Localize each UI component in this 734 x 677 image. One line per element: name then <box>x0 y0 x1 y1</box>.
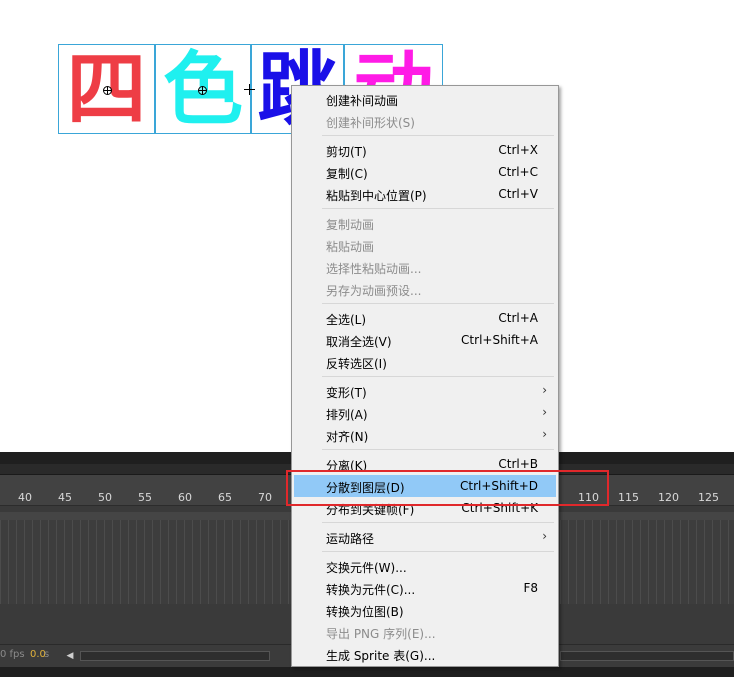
menu-item-shortcut: Ctrl+X <box>498 143 538 157</box>
menu-item-label: 反转选区(I) <box>326 357 387 371</box>
menu-separator <box>322 135 554 136</box>
menu-separator <box>322 449 554 450</box>
menu-separator <box>322 551 554 552</box>
menu-item-label: 选择性粘贴动画... <box>326 262 422 276</box>
menu-item-arrange[interactable]: 排列(A) › <box>294 402 556 424</box>
menu-item-label: 复制(C) <box>326 167 368 181</box>
menu-item-label: 另存为动画预设... <box>326 284 422 298</box>
ruler-number: 50 <box>98 491 112 504</box>
menu-item-label: 粘贴动画 <box>326 240 375 254</box>
menu-item-shortcut: Ctrl+V <box>498 187 538 201</box>
menu-item-copy-motion: 复制动画 <box>294 212 556 234</box>
registration-point-icon <box>103 86 112 95</box>
horizontal-scrollbar[interactable] <box>80 651 270 661</box>
submenu-arrow-icon: › <box>542 529 547 543</box>
menu-item-invert-selection[interactable]: 反转选区(I) <box>294 351 556 373</box>
menu-item-paste-motion-special: 选择性粘贴动画... <box>294 256 556 278</box>
menu-item-label: 对齐(N) <box>326 430 369 444</box>
menu-item-copy[interactable]: 复制(C) Ctrl+C <box>294 161 556 183</box>
menu-item-convert-to-bitmap[interactable]: 转换为位图(B) <box>294 599 556 621</box>
menu-item-label: 变形(T) <box>326 386 367 400</box>
menu-item-deselect-all[interactable]: 取消全选(V) Ctrl+Shift+A <box>294 329 556 351</box>
ruler-number: 40 <box>18 491 32 504</box>
menu-item-label: 取消全选(V) <box>326 335 392 349</box>
menu-item-label: 粘贴到中心位置(P) <box>326 189 427 203</box>
ruler-number: 65 <box>218 491 232 504</box>
crosshair-cursor-icon <box>244 84 255 95</box>
menu-item-create-motion-tween[interactable]: 创建补间动画 <box>294 88 556 110</box>
menu-item-shortcut: Ctrl+A <box>498 311 538 325</box>
submenu-arrow-icon: › <box>542 405 547 419</box>
submenu-arrow-icon: › <box>542 427 547 441</box>
menu-separator <box>322 208 554 209</box>
menu-item-label: 剪切(T) <box>326 145 367 159</box>
menu-item-shortcut: Ctrl+Shift+A <box>461 333 538 347</box>
menu-item-motion-path[interactable]: 运动路径 › <box>294 526 556 548</box>
submenu-arrow-icon: › <box>542 383 547 397</box>
menu-item-label: 转换为位图(B) <box>326 605 404 619</box>
menu-item-shortcut: F8 <box>523 581 538 595</box>
menu-item-label: 创建补间动画 <box>326 94 399 108</box>
highlight-annotation-box <box>286 470 609 506</box>
panel-bottom-edge <box>0 667 734 677</box>
menu-item-swap-symbol[interactable]: 交换元件(W)... <box>294 555 556 577</box>
fps-readout: 0 fps <box>0 649 25 660</box>
menu-item-label: 复制动画 <box>326 218 375 232</box>
horizontal-scrollbar-track-right[interactable] <box>560 651 734 661</box>
scroll-left-arrow-icon[interactable]: ◀ <box>64 650 76 662</box>
ruler-number: 125 <box>698 491 719 504</box>
menu-item-label: 全选(L) <box>326 313 367 327</box>
menu-item-select-all[interactable]: 全选(L) Ctrl+A <box>294 307 556 329</box>
menu-item-shortcut: Ctrl+B <box>498 457 538 471</box>
menu-item-save-motion-preset: 另存为动画预设... <box>294 278 556 300</box>
elapsed-time-unit: s <box>44 649 50 660</box>
ruler-number: 60 <box>178 491 192 504</box>
menu-item-convert-to-symbol[interactable]: 转换为元件(C)... F8 <box>294 577 556 599</box>
ruler-number: 120 <box>658 491 679 504</box>
menu-separator <box>322 376 554 377</box>
menu-item-align[interactable]: 对齐(N) › <box>294 424 556 446</box>
menu-item-label: 生成 Sprite 表(G)... <box>326 649 436 663</box>
menu-item-cut[interactable]: 剪切(T) Ctrl+X <box>294 139 556 161</box>
menu-item-transform[interactable]: 变形(T) › <box>294 380 556 402</box>
ruler-number: 115 <box>618 491 639 504</box>
menu-item-paste-motion: 粘贴动画 <box>294 234 556 256</box>
ruler-number: 45 <box>58 491 72 504</box>
menu-separator <box>322 522 554 523</box>
menu-item-label: 转换为元件(C)... <box>326 583 416 597</box>
menu-item-label: 导出 PNG 序列(E)... <box>326 627 436 641</box>
menu-item-shortcut: Ctrl+C <box>498 165 538 179</box>
context-menu: 创建补间动画 创建补间形状(S) 剪切(T) Ctrl+X 复制(C) Ctrl… <box>291 85 559 667</box>
ruler-number: 70 <box>258 491 272 504</box>
ruler-number: 55 <box>138 491 152 504</box>
registration-point-icon <box>198 86 207 95</box>
menu-item-label: 运动路径 <box>326 532 375 546</box>
menu-item-export-png-sequence: 导出 PNG 序列(E)... <box>294 621 556 643</box>
menu-item-create-shape-tween: 创建补间形状(S) <box>294 110 556 132</box>
menu-separator <box>322 303 554 304</box>
menu-item-generate-sprite-sheet[interactable]: 生成 Sprite 表(G)... <box>294 643 556 665</box>
menu-item-label: 交换元件(W)... <box>326 561 407 575</box>
menu-item-paste-center[interactable]: 粘贴到中心位置(P) Ctrl+V <box>294 183 556 205</box>
menu-item-label: 排列(A) <box>326 408 368 422</box>
menu-item-label: 创建补间形状(S) <box>326 116 415 130</box>
